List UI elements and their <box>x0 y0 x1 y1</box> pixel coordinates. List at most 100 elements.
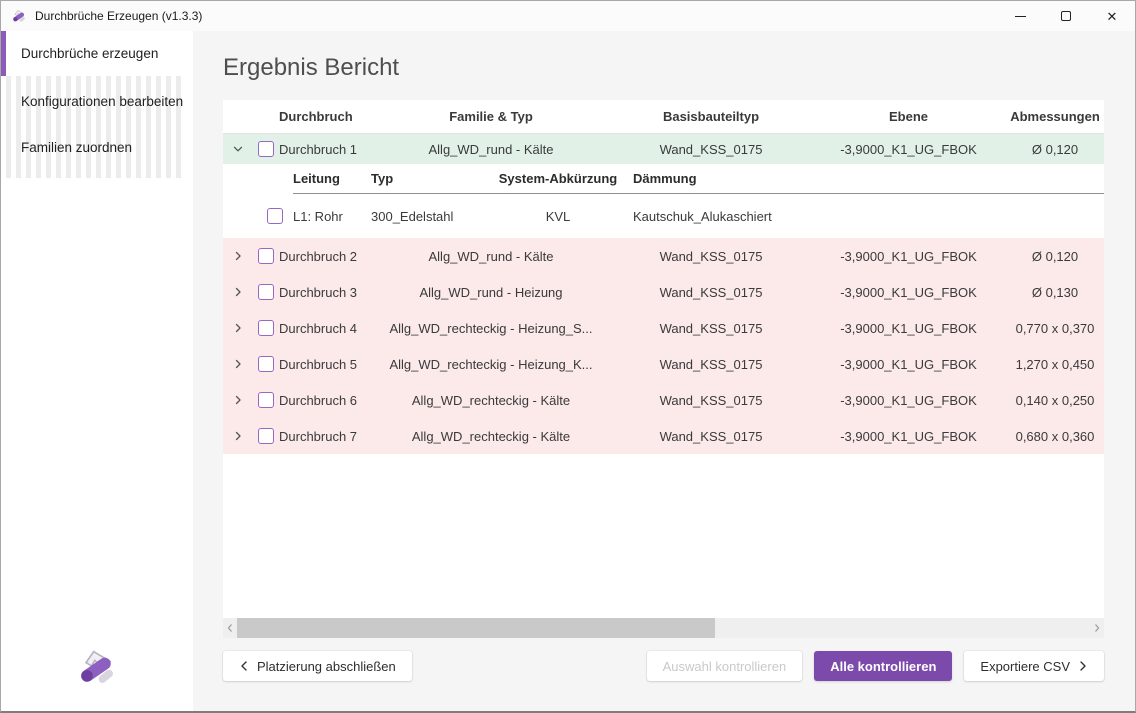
row-familie: Allg_WD_rechteckig - Kälte <box>371 393 611 408</box>
check-selection-button[interactable]: Auswahl kontrollieren <box>647 651 803 681</box>
result-table: Durchbruch Familie & Typ Basisbauteiltyp… <box>223 100 1104 638</box>
row-label: Durchbruch 7 <box>279 429 371 444</box>
table-row[interactable]: Durchbruch 5 Allg_WD_rechteckig - Heizun… <box>223 346 1104 382</box>
table-row[interactable]: Durchbruch 7 Allg_WD_rechteckig - Kälte … <box>223 418 1104 454</box>
expand-row-button[interactable] <box>223 322 253 334</box>
col-header-familie-typ: Familie & Typ <box>371 109 611 124</box>
row-familie: Allg_WD_rechteckig - Heizung_K... <box>371 357 611 372</box>
row-basisbauteiltyp: Wand_KSS_0175 <box>611 357 811 372</box>
export-csv-button[interactable]: Exportiere CSV <box>964 651 1104 681</box>
col-header-ebene: Ebene <box>811 109 1006 124</box>
subrow-typ: 300_Edelstahl <box>371 209 483 224</box>
horizontal-scrollbar[interactable] <box>223 618 1104 638</box>
row-checkbox[interactable] <box>258 141 274 157</box>
subcol-header-leitung: Leitung <box>293 164 371 194</box>
app-logo-icon <box>75 645 119 689</box>
collapse-row-button[interactable] <box>223 143 253 155</box>
chevron-right-icon <box>232 322 244 334</box>
sidebar-item-familien-zuordnen[interactable]: Familien zuordnen <box>1 124 186 170</box>
check-all-button[interactable]: Alle kontrollieren <box>814 651 952 681</box>
row-checkbox[interactable] <box>258 248 274 264</box>
expand-row-button[interactable] <box>223 250 253 262</box>
sidebar-item-konfigurationen-bearbeiten[interactable]: Konfigurationen bearbeiten <box>1 78 186 124</box>
chevron-right-icon <box>1093 623 1101 633</box>
row-familie: Allg_WD_rund - Kälte <box>371 142 611 157</box>
row-ebene: -3,9000_K1_UG_FBOK <box>811 249 1006 264</box>
main-content: Ergebnis Bericht Durchbruch Familie & Ty… <box>193 31 1136 711</box>
table-row[interactable]: Durchbruch 2 Allg_WD_rund - Kälte Wand_K… <box>223 238 1104 274</box>
row-checkbox[interactable] <box>258 392 274 408</box>
subcol-header-system-abkuerzung: System-Abkürzung <box>483 164 633 194</box>
row-ebene: -3,9000_K1_UG_FBOK <box>811 357 1006 372</box>
maximize-button[interactable] <box>1043 1 1089 31</box>
check-selection-label: Auswahl kontrollieren <box>663 659 787 674</box>
app-logo-icon <box>11 8 27 24</box>
expand-row-button[interactable] <box>223 430 253 442</box>
title-bar: Durchbrüche Erzeugen (v1.3.3) ✕ <box>1 1 1135 31</box>
close-button[interactable]: ✕ <box>1089 1 1135 31</box>
chevron-right-icon <box>232 394 244 406</box>
row-basisbauteiltyp: Wand_KSS_0175 <box>611 249 811 264</box>
scroll-right-button[interactable] <box>1090 623 1104 633</box>
row-basisbauteiltyp: Wand_KSS_0175 <box>611 285 811 300</box>
scroll-left-button[interactable] <box>223 623 237 633</box>
app-window: Durchbrüche Erzeugen (v1.3.3) ✕ Durchbrü… <box>0 0 1136 713</box>
chevron-right-icon <box>1078 660 1088 672</box>
table-row[interactable]: Durchbruch 1 Allg_WD_rund - Kälte Wand_K… <box>223 134 1104 164</box>
row-abmessungen: 0,680 x 0,360 <box>1006 429 1104 444</box>
row-ebene: -3,9000_K1_UG_FBOK <box>811 393 1006 408</box>
minimize-button[interactable] <box>997 1 1043 31</box>
row-basisbauteiltyp: Wand_KSS_0175 <box>611 429 811 444</box>
row-ebene: -3,9000_K1_UG_FBOK <box>811 429 1006 444</box>
row-abmessungen: Ø 0,120 <box>1006 249 1104 264</box>
subrow-system: KVL <box>483 209 633 224</box>
finish-placement-label: Platzierung abschließen <box>257 659 396 674</box>
row-checkbox[interactable] <box>258 428 274 444</box>
table-row[interactable]: Durchbruch 3 Allg_WD_rund - Heizung Wand… <box>223 274 1104 310</box>
sidebar-item-durchbrueche-erzeugen[interactable]: Durchbrüche erzeugen <box>1 31 193 76</box>
expand-row-button[interactable] <box>223 358 253 370</box>
expand-row-button[interactable] <box>223 286 253 298</box>
chevron-left-icon <box>226 623 234 633</box>
row-familie: Allg_WD_rund - Kälte <box>371 249 611 264</box>
subtable-header-row: Leitung Typ System-Abkürzung Dämmung <box>223 164 1104 194</box>
subtable-row[interactable]: L1: Rohr 300_Edelstahl KVL Kautschuk_Alu… <box>223 194 1104 238</box>
row-ebene: -3,9000_K1_UG_FBOK <box>811 285 1006 300</box>
finish-placement-button[interactable]: Platzierung abschließen <box>223 651 412 681</box>
row-ebene: -3,9000_K1_UG_FBOK <box>811 321 1006 336</box>
export-csv-label: Exportiere CSV <box>980 659 1070 674</box>
table-row[interactable]: Durchbruch 6 Allg_WD_rechteckig - Kälte … <box>223 382 1104 418</box>
scrollbar-thumb[interactable] <box>237 618 715 638</box>
page-title: Ergebnis Bericht <box>223 54 1104 82</box>
chevron-left-icon <box>239 660 249 672</box>
row-label: Durchbruch 2 <box>279 249 371 264</box>
close-icon: ✕ <box>1107 10 1118 23</box>
table-row[interactable]: Durchbruch 4 Allg_WD_rechteckig - Heizun… <box>223 310 1104 346</box>
row-checkbox[interactable] <box>258 284 274 300</box>
table-empty-area <box>223 454 1104 618</box>
row-basisbauteiltyp: Wand_KSS_0175 <box>611 321 811 336</box>
row-familie: Allg_WD_rund - Heizung <box>371 285 611 300</box>
col-header-basisbauteiltyp: Basisbauteiltyp <box>611 109 811 124</box>
expand-row-button[interactable] <box>223 394 253 406</box>
col-header-abmessungen: Abmessungen <box>1006 109 1104 124</box>
subrow-daemmung: Kautschuk_Alukaschiert <box>633 209 1104 224</box>
row-basisbauteiltyp: Wand_KSS_0175 <box>611 393 811 408</box>
scrollbar-track[interactable] <box>237 618 1090 638</box>
subrow-checkbox[interactable] <box>267 208 283 224</box>
row-checkbox[interactable] <box>258 320 274 336</box>
chevron-right-icon <box>232 250 244 262</box>
footer-actions: Platzierung abschließen Auswahl kontroll… <box>223 651 1104 681</box>
chevron-right-icon <box>232 286 244 298</box>
sidebar-item-label: Konfigurationen bearbeiten <box>21 94 183 109</box>
row-abmessungen: 0,140 x 0,250 <box>1006 393 1104 408</box>
row-abmessungen: Ø 0,120 <box>1006 142 1104 157</box>
row-label: Durchbruch 3 <box>279 285 371 300</box>
row-checkbox[interactable] <box>258 356 274 372</box>
sidebar-disabled-group: Konfigurationen bearbeiten Familien zuor… <box>1 76 186 178</box>
row-label: Durchbruch 4 <box>279 321 371 336</box>
row-familie: Allg_WD_rechteckig - Kälte <box>371 429 611 444</box>
subtable: Leitung Typ System-Abkürzung Dämmung L1:… <box>223 164 1104 238</box>
chevron-right-icon <box>232 430 244 442</box>
sidebar-item-label: Durchbrüche erzeugen <box>21 46 158 61</box>
